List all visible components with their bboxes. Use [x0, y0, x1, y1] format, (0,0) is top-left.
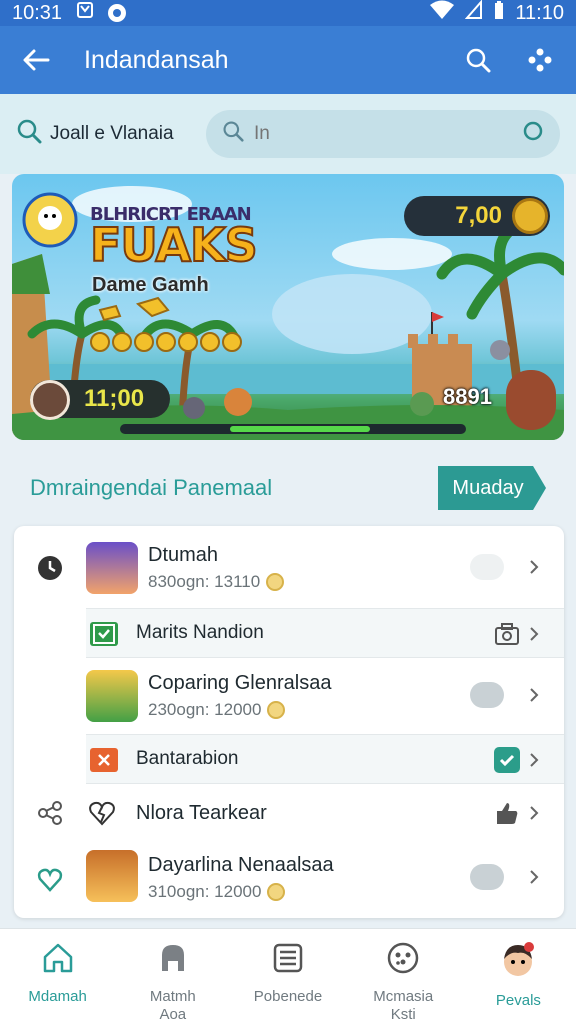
score-value: 7,00: [455, 202, 502, 229]
section-header: Dmraingendai Panemaal Muaday: [0, 458, 576, 518]
notification-icon: [76, 0, 94, 26]
game-progress-fill: [230, 426, 370, 432]
search-row: Joall e Vlanaia: [0, 94, 576, 174]
list-item[interactable]: Nlora Tearkear: [14, 784, 564, 842]
timer-value: 11;00: [84, 385, 145, 412]
list-item-title: Coparing Glenralsaa: [148, 672, 332, 694]
list-icon: [271, 941, 305, 980]
coin-icon: [267, 701, 286, 719]
wifi-icon: [429, 0, 455, 26]
heart-broken-icon: [88, 800, 116, 831]
chevron-right-icon[interactable]: [526, 626, 542, 642]
heart-icon[interactable]: [36, 866, 64, 894]
toggle-switch[interactable]: [470, 682, 504, 708]
game-thumbnail-icon: [86, 850, 138, 902]
camera-icon[interactable]: [494, 622, 520, 651]
list-item-title: Dtumah: [148, 544, 219, 566]
app-notification-icon: [108, 4, 127, 22]
chevron-right-icon[interactable]: [526, 869, 542, 885]
search-label-group[interactable]: Joall e Vlanaia: [16, 118, 196, 150]
banner-title: FUAKS: [89, 217, 259, 273]
search-box: [206, 110, 560, 158]
toggle-switch[interactable]: [470, 554, 504, 580]
list-item-subtitle-text: 830ogn: 13110: [148, 572, 261, 591]
search-icon[interactable]: [464, 46, 492, 74]
nav-item-home[interactable]: Mdamah: [0, 929, 115, 1024]
gamepad-icon: [386, 941, 420, 980]
chevron-right-icon[interactable]: [526, 559, 542, 575]
thumbs-up-icon[interactable]: [494, 800, 520, 831]
game-thumbnail-icon: [86, 542, 138, 594]
coin-icon: [267, 883, 286, 901]
nav-label: Mdamah: [28, 988, 87, 1005]
section-action-button[interactable]: Muaday: [438, 466, 546, 510]
list-item-subtitle: 310ogn: 12000: [148, 882, 286, 902]
nav-item-profile[interactable]: Pevals: [461, 929, 576, 1024]
banner-subtitle: Dame Gamh: [92, 274, 209, 296]
back-arrow-icon[interactable]: [22, 46, 50, 74]
battery-icon: [493, 0, 505, 26]
page-title: Indandansah: [84, 45, 229, 74]
app-bar: Indandansah: [0, 26, 576, 94]
check-badge-icon[interactable]: [494, 747, 520, 773]
section-title: Dmraingendai Panemaal: [30, 475, 273, 500]
search-input[interactable]: [254, 123, 512, 145]
banner-count: 8891: [443, 384, 492, 409]
list-item-subtitle: 830ogn: 13110: [148, 572, 285, 592]
list-item[interactable]: Dtumah 830ogn: 13110: [14, 526, 564, 608]
chevron-right-icon[interactable]: [526, 805, 542, 821]
search-icon: [222, 120, 244, 148]
nav-label: Pobenede: [253, 988, 323, 1005]
more-options-icon[interactable]: [526, 46, 554, 74]
nav-item-games[interactable]: Mcmasia Ksti: [346, 929, 461, 1024]
list-item[interactable]: Coparing Glenralsaa 230ogn: 12000: [14, 658, 564, 734]
list-item-title: Dayarlina Nenaalsaa: [148, 854, 334, 876]
bottom-navigation: Mdamah Matmh Aoa Pobenede Mcmasia Ksti P…: [0, 928, 576, 1024]
list-item-subtitle-text: 310ogn: 12000: [148, 882, 262, 901]
search-label: Joall e Vlanaia: [50, 123, 174, 144]
score-pill: 7,00: [404, 196, 550, 236]
checkbox-icon[interactable]: [90, 622, 118, 646]
signal-icon: [465, 0, 483, 26]
profile-avatar-icon: [499, 941, 537, 984]
search-icon: [16, 118, 42, 150]
share-icon[interactable]: [36, 799, 64, 827]
character-avatar-icon: [506, 370, 556, 430]
chevron-right-icon[interactable]: [526, 687, 542, 703]
status-bar: 10:31 11:10: [0, 0, 576, 26]
chevron-right-icon[interactable]: [526, 752, 542, 768]
game-thumbnail-icon: [86, 670, 138, 722]
list-item-title: Marits Nandion: [136, 622, 264, 643]
coin-icon: [266, 573, 285, 591]
coin-icon: [512, 198, 548, 234]
list-item-title: Nlora Tearkear: [136, 802, 267, 824]
status-time-left: 10:31: [12, 1, 63, 24]
list-item[interactable]: Marits Nandion: [86, 608, 564, 658]
list-item[interactable]: Bantarabion: [86, 734, 564, 784]
toggle-switch[interactable]: [470, 864, 504, 890]
game-banner[interactable]: BLHRICRT ERAAN FUAKS Dame Gamh 7,00 11;0…: [12, 174, 564, 440]
nav-item-store[interactable]: Matmh Aoa: [115, 929, 230, 1024]
home-icon: [41, 941, 75, 980]
nav-label: Mcmasia Ksti: [373, 988, 434, 1023]
list-item[interactable]: Dayarlina Nenaalsaa 310ogn: 12000: [14, 842, 564, 918]
nav-label: Pevals: [495, 992, 541, 1009]
player-avatar-icon: [30, 380, 70, 420]
list-item-title: Bantarabion: [136, 748, 239, 769]
nav-item-list[interactable]: Pobenede: [230, 929, 345, 1024]
list-item-subtitle-text: 230ogn: 12000: [148, 700, 262, 719]
location-pin-icon[interactable]: [522, 120, 544, 148]
close-box-icon[interactable]: [90, 748, 118, 772]
list-item-subtitle: 230ogn: 12000: [148, 700, 286, 720]
store-icon: [156, 941, 190, 980]
game-progress-bar: [120, 424, 466, 434]
status-time-right: 11:10: [515, 1, 564, 24]
clock-icon: [36, 554, 64, 582]
games-list: Dtumah 830ogn: 13110 Marits Nandion Copa…: [14, 526, 564, 918]
nav-label: Matmh Aoa: [149, 988, 196, 1023]
